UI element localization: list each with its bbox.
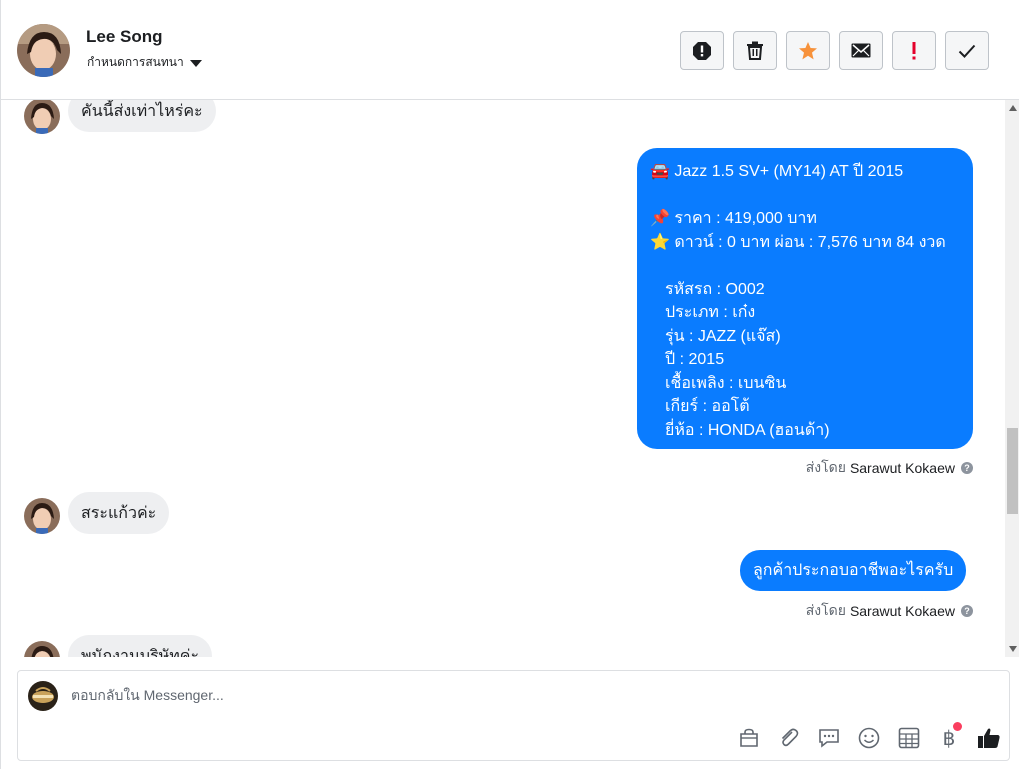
alert-circle-icon bbox=[693, 41, 711, 60]
customer-avatar bbox=[24, 641, 60, 657]
calculator-icon bbox=[898, 727, 920, 749]
trash-icon bbox=[747, 41, 763, 60]
caret-down-icon bbox=[189, 59, 202, 67]
check-icon bbox=[958, 44, 976, 58]
conversation-header: Lee Song กำหนดการสนทนา bbox=[1, 0, 1019, 100]
car-year: ปี : 2015 bbox=[665, 351, 725, 368]
emoji-icon bbox=[858, 727, 880, 749]
scroll-up-arrow-icon[interactable] bbox=[1009, 105, 1017, 111]
help-icon[interactable]: ? bbox=[961, 462, 973, 474]
mark-unread-button[interactable] bbox=[839, 31, 883, 70]
customer-avatar bbox=[24, 100, 60, 134]
reply-input[interactable] bbox=[71, 687, 671, 703]
car-model: รุ่น : JAZZ (แจ๊ส) bbox=[665, 327, 781, 345]
car-price: 📌 ราคา : 419,000 บาท bbox=[650, 210, 817, 227]
page-avatar bbox=[28, 681, 58, 711]
outgoing-message-car-details: 🚘 Jazz 1.5 SV+ (MY14) AT ปี 2015 📌 ราคา … bbox=[637, 148, 973, 449]
bag-button[interactable] bbox=[736, 725, 762, 751]
emoji-button[interactable] bbox=[856, 725, 882, 751]
car-type: ประเภท : เก๋ง bbox=[665, 304, 756, 321]
car-code: รหัสรถ : O002 bbox=[665, 280, 765, 298]
payment-button[interactable]: ฿ bbox=[936, 722, 962, 751]
message-thread[interactable]: คันนี้ส่งเท่าไหร่คะ 🚘 Jazz 1.5 SV+ (MY14… bbox=[1, 100, 1005, 657]
spam-button[interactable] bbox=[680, 31, 724, 70]
incoming-message: พนักงานบริษัทค่ะ bbox=[68, 635, 213, 657]
reply-composer: ฿ bbox=[17, 670, 1010, 761]
messenger-inbox: Lee Song กำหนดการสนทนา คันนี้ส่งเท่าไหร่… bbox=[0, 0, 1019, 769]
important-button[interactable] bbox=[892, 31, 936, 70]
saved-reply-button[interactable] bbox=[816, 725, 842, 751]
outgoing-message: ลูกค้าประกอบอาชีพอะไรครับ bbox=[740, 550, 967, 591]
paperclip-icon bbox=[781, 728, 799, 747]
mark-done-button[interactable] bbox=[945, 31, 989, 70]
contact-avatar[interactable] bbox=[17, 24, 70, 77]
assign-conversation-dropdown[interactable]: กำหนดการสนทนา bbox=[87, 53, 202, 72]
calculator-button[interactable] bbox=[896, 725, 922, 751]
contact-name: Lee Song bbox=[86, 27, 163, 46]
sent-by-label: ส่งโดย bbox=[805, 602, 846, 618]
car-gear: เกียร์ : ออโต้ bbox=[665, 398, 750, 415]
like-button[interactable] bbox=[976, 725, 1002, 751]
car-brand: ยี่ห้อ : HONDA (ฮอนด้า) bbox=[665, 421, 830, 439]
help-icon[interactable]: ? bbox=[961, 605, 973, 617]
agent-name: Sarawut Kokaew bbox=[849, 603, 955, 619]
incoming-message: สระแก้วค่ะ bbox=[68, 492, 170, 534]
star-icon bbox=[799, 41, 817, 59]
sent-by-label: ส่งโดย bbox=[805, 459, 846, 475]
star-button[interactable] bbox=[786, 31, 830, 70]
incoming-message: คันนี้ส่งเท่าไหร่คะ bbox=[68, 100, 216, 132]
car-fuel: เชื้อเพลิง : เบนซิน bbox=[665, 374, 787, 392]
thread-scrollbar[interactable] bbox=[1005, 100, 1019, 657]
exclamation-icon bbox=[912, 41, 916, 59]
car-installment: ⭐ ดาวน์ : 0 บาท ผ่อน : 7,576 บาท 84 งวด bbox=[650, 233, 946, 251]
envelope-icon bbox=[851, 43, 871, 58]
bag-icon bbox=[740, 728, 758, 747]
car-title: 🚘 Jazz 1.5 SV+ (MY14) AT ปี 2015 bbox=[650, 163, 904, 180]
thumbs-up-icon bbox=[978, 728, 1000, 748]
assign-label: กำหนดการสนทนา bbox=[87, 55, 184, 69]
sent-by-info: ส่งโดย Sarawut Kokaew ? bbox=[806, 457, 973, 479]
scroll-thumb[interactable] bbox=[1007, 428, 1018, 514]
notification-dot bbox=[953, 722, 962, 731]
saved-reply-icon bbox=[819, 729, 839, 748]
attachment-button[interactable] bbox=[776, 725, 802, 751]
delete-button[interactable] bbox=[733, 31, 777, 70]
customer-avatar bbox=[24, 498, 60, 534]
scroll-down-arrow-icon[interactable] bbox=[1009, 646, 1017, 652]
conversation-actions bbox=[680, 31, 989, 70]
composer-tools: ฿ bbox=[736, 722, 1002, 751]
agent-name: Sarawut Kokaew bbox=[849, 460, 955, 476]
sent-by-info: ส่งโดย Sarawut Kokaew ? bbox=[806, 600, 973, 622]
